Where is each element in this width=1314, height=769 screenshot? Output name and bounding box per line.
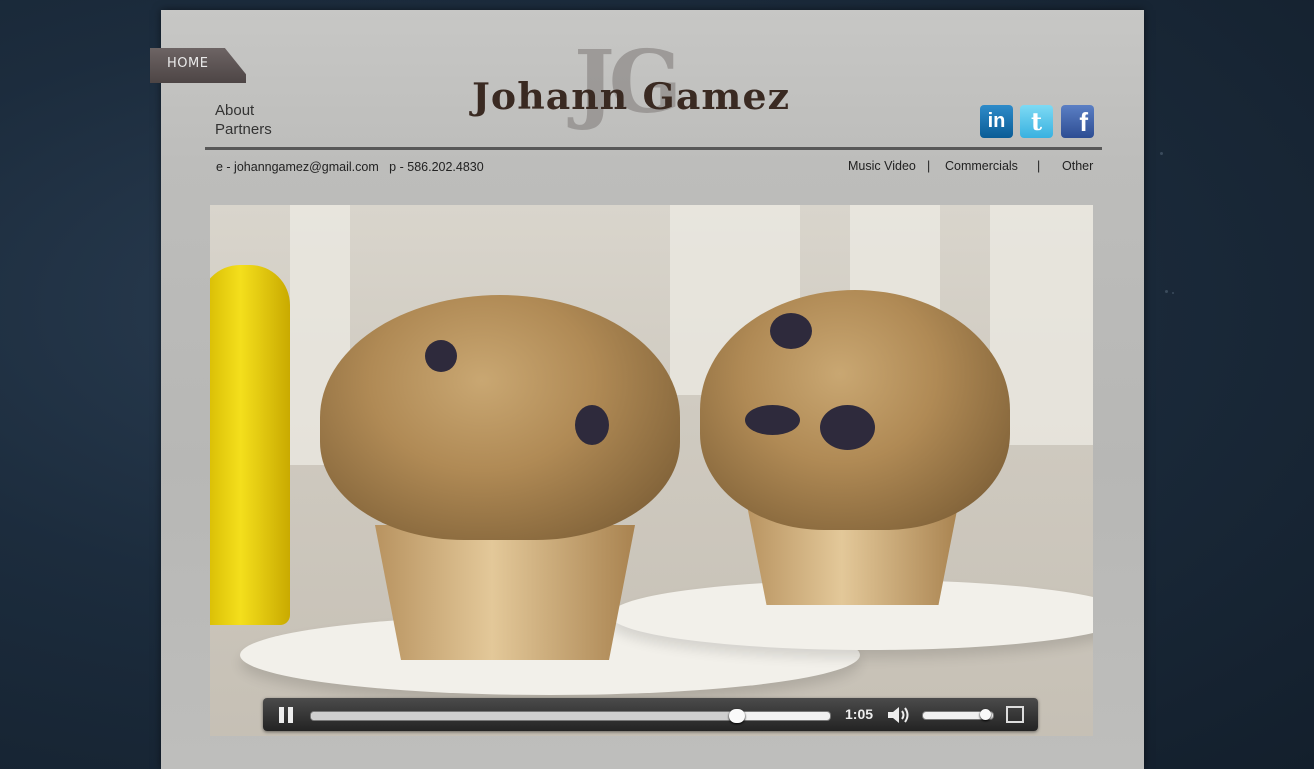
video-scene-berry [820,405,875,450]
nav-separator: | [927,159,931,173]
pause-icon[interactable] [279,707,293,723]
nav-separator: | [1037,159,1041,173]
video-scene-berry [770,313,812,349]
video-scene-muffin-base [375,525,635,660]
video-scene-muffin-top [320,295,680,540]
video-scene-berry [745,405,800,435]
video-scene-bottle [210,265,290,625]
nav-partners[interactable]: Partners [215,120,272,139]
background-speck [1160,152,1163,155]
site-logo[interactable]: JG Johann Gamez [470,32,830,133]
volume-slider-handle[interactable] [980,709,991,720]
twitter-icon[interactable]: t [1020,105,1053,138]
header-divider [205,147,1102,150]
volume-icon[interactable] [886,704,912,726]
video-player[interactable]: 1:05 [210,205,1093,736]
twitter-icon-label: t [1030,107,1043,136]
contact-info: e - johanngamez@gmail.com p - 586.202.48… [216,160,484,174]
background-speck [1165,290,1168,293]
seek-bar-handle[interactable] [728,709,745,723]
video-scene-berry [425,340,457,372]
nav-other[interactable]: Other [1062,159,1093,173]
fullscreen-icon[interactable] [1006,706,1024,723]
logo-name: Johann Gamez [472,76,791,118]
video-scene-berry [575,405,609,445]
nav-about[interactable]: About [215,101,272,120]
side-navigation: About Partners [215,101,272,139]
nav-music-video[interactable]: Music Video [848,159,916,173]
facebook-icon-label: f [1079,107,1088,137]
seek-bar[interactable] [310,709,831,723]
facebook-icon[interactable]: f [1061,105,1094,138]
linkedin-icon-label: in [987,110,1006,132]
volume-slider[interactable] [922,709,994,720]
home-tab-label: HOME [167,56,209,71]
video-controls-bar: 1:05 [263,698,1038,731]
seek-bar-progress [311,712,737,720]
nav-commercials[interactable]: Commercials [945,159,1018,173]
current-time: 1:05 [845,706,874,722]
background-speck [1172,292,1174,294]
linkedin-icon[interactable]: in [980,105,1013,138]
